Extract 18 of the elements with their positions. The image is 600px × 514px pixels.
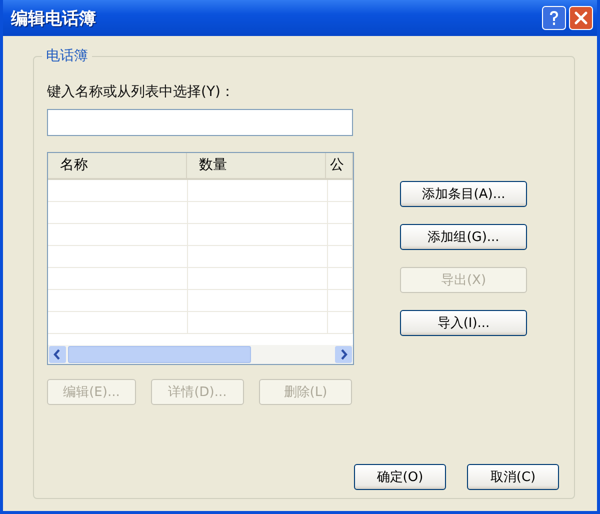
horizontal-scrollbar[interactable]: [48, 345, 353, 364]
side-button[interactable]: 添加条目(A)...: [400, 181, 527, 207]
dialog-button[interactable]: 取消(C): [467, 464, 559, 490]
close-icon[interactable]: [569, 6, 593, 30]
column-header[interactable]: 名称: [48, 153, 187, 178]
dialog-button[interactable]: 确定(O): [354, 464, 446, 490]
side-button[interactable]: 添加组(G)...: [400, 224, 527, 250]
scroll-left-icon[interactable]: [49, 346, 66, 363]
field-label: 键入名称或从列表中选择(Y)：: [47, 83, 236, 101]
name-input[interactable]: [47, 109, 353, 136]
side-button[interactable]: 导入(I)...: [400, 310, 527, 336]
column-header[interactable]: 数量: [187, 153, 326, 178]
column-header[interactable]: 公: [326, 153, 353, 178]
group-label: 电话簿: [42, 47, 92, 65]
help-icon[interactable]: [542, 6, 566, 30]
scrollbar-thumb[interactable]: [68, 346, 251, 363]
window-title: 编辑电话簿: [11, 8, 96, 30]
scroll-right-icon[interactable]: [335, 346, 352, 363]
